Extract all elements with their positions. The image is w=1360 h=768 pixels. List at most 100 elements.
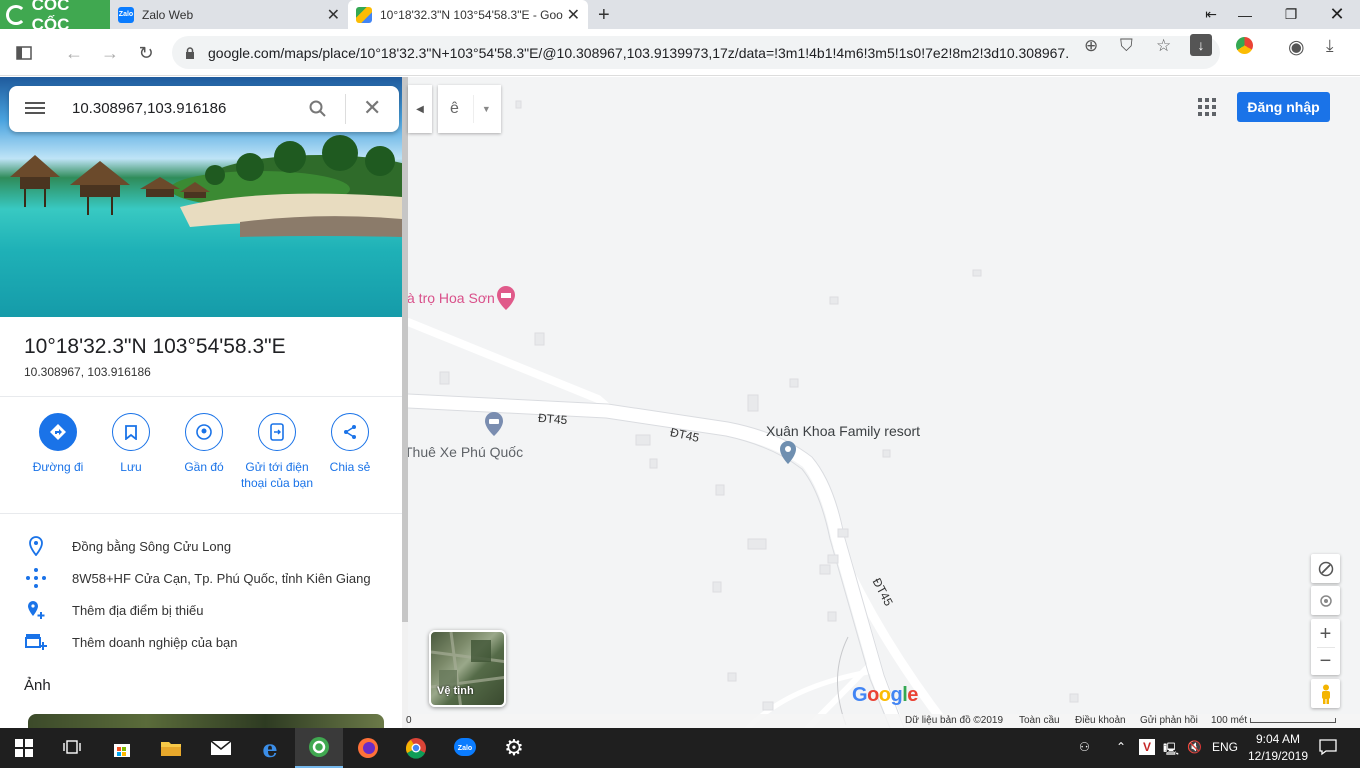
zalo-icon[interactable]: Zalo bbox=[441, 728, 489, 768]
terms-link[interactable]: Điều khoản bbox=[1075, 715, 1126, 726]
apps-grid-icon[interactable] bbox=[1196, 96, 1218, 118]
resort-pin-icon[interactable] bbox=[779, 440, 797, 466]
close-tab-icon[interactable]: ✕ bbox=[567, 5, 580, 25]
compass-icon[interactable] bbox=[1311, 554, 1340, 583]
place-title: 10°18'32.3"N 103°54'58.3"E bbox=[24, 335, 286, 358]
search-divider bbox=[345, 94, 346, 124]
send-to-phone-icon bbox=[258, 413, 296, 451]
people-icon[interactable]: ⚇ bbox=[1079, 740, 1090, 754]
place-panel: 10.308967,103.916186 ✕ 10°18'32.3"N 103°… bbox=[0, 77, 402, 728]
search-input[interactable]: 10.308967,103.916186 bbox=[72, 100, 226, 117]
star-icon[interactable]: ☆ bbox=[1156, 36, 1171, 56]
pegman-icon[interactable] bbox=[1311, 679, 1340, 708]
mail-icon[interactable] bbox=[197, 728, 245, 768]
language-indicator[interactable]: ENG bbox=[1212, 740, 1238, 754]
info-row-add-place[interactable]: Thêm địa điểm bị thiếu bbox=[0, 594, 402, 626]
coccoc-taskbar-icon[interactable] bbox=[295, 728, 343, 768]
collapse-panel-button[interactable]: ◀ bbox=[408, 85, 432, 133]
divider bbox=[0, 513, 402, 514]
windows-taskbar: e Zalo ⚙ ⚇ ⌃ V 🖳 🔇 ENG 9:04 AM 12/19/201… bbox=[0, 728, 1360, 768]
download-page-icon[interactable]: ↓ bbox=[1190, 34, 1212, 56]
browser-brand-logo[interactable]: CỐC CỐC bbox=[0, 0, 110, 34]
sign-in-button[interactable]: Đăng nhập bbox=[1237, 92, 1330, 122]
minimize-button[interactable]: — bbox=[1222, 0, 1268, 29]
add-icon[interactable]: ⊕ bbox=[1084, 36, 1098, 56]
url-field[interactable]: google.com/maps/place/10°18'32.3"N+103°5… bbox=[172, 36, 1220, 69]
address-bar: ← → ↻ google.com/maps/place/10°18'32.3"N… bbox=[0, 29, 1360, 76]
close-tab-icon[interactable]: ✕ bbox=[327, 5, 340, 25]
notifications-icon[interactable] bbox=[1319, 738, 1337, 759]
scale-label[interactable]: 100 mét bbox=[1211, 715, 1247, 726]
global-link[interactable]: Toàn cầu bbox=[1019, 715, 1060, 726]
back-button[interactable]: ← bbox=[62, 41, 86, 65]
action-label: Chia sẻ bbox=[329, 460, 371, 474]
photo-thumbnail[interactable] bbox=[28, 714, 384, 728]
info-text: Thêm địa điểm bị thiếu bbox=[72, 602, 204, 618]
downloads-icon[interactable]: ⤓ bbox=[1326, 36, 1334, 56]
place-label-xuan-khoa[interactable]: Xuân Khoa Family resort bbox=[766, 423, 920, 439]
svg-text:Zalo: Zalo bbox=[458, 745, 472, 752]
google-logo: Google bbox=[852, 684, 918, 706]
save-button[interactable]: Lưu bbox=[91, 413, 171, 475]
firefox-icon[interactable] bbox=[344, 728, 392, 768]
footer-left-fragment: 0 bbox=[406, 715, 412, 726]
place-label-hoa-son[interactable]: à trọ Hoa Sơn bbox=[408, 290, 495, 306]
close-window-button[interactable]: ✕ bbox=[1314, 0, 1360, 29]
profile-icon[interactable]: ◉ bbox=[1288, 36, 1305, 59]
clock[interactable]: 9:04 AM 12/19/2019 bbox=[1246, 731, 1310, 765]
maps-favicon-icon bbox=[356, 6, 372, 23]
reload-button[interactable]: ↻ bbox=[134, 41, 158, 65]
task-view-icon[interactable] bbox=[48, 728, 96, 768]
tab-title: 10°18'32.3"N 103°54'58.3"E - Goo bbox=[380, 7, 563, 22]
info-row-add-business[interactable]: Thêm doanh nghiệp của bạn bbox=[0, 626, 402, 658]
extension-icon[interactable] bbox=[1236, 37, 1253, 54]
shield-icon[interactable]: ⛉ bbox=[1120, 36, 1133, 56]
add-business-icon bbox=[24, 630, 48, 654]
clear-search-icon[interactable]: ✕ bbox=[363, 95, 381, 121]
settings-gear-icon[interactable]: ⚙ bbox=[490, 728, 538, 768]
network-icon[interactable]: 🖳 bbox=[1163, 740, 1179, 761]
car-rental-pin-icon[interactable] bbox=[484, 411, 504, 437]
zoom-in-button[interactable]: + bbox=[1320, 621, 1332, 647]
zoom-out-button[interactable]: − bbox=[1320, 648, 1332, 674]
info-row-region[interactable]: Đồng bằng Sông Cửu Long bbox=[0, 530, 402, 562]
share-button[interactable]: Chia sẻ bbox=[310, 413, 390, 475]
nearby-icon bbox=[185, 413, 223, 451]
volume-muted-icon[interactable]: 🔇 bbox=[1187, 740, 1202, 754]
search-icon[interactable] bbox=[309, 100, 327, 118]
forward-button[interactable]: → bbox=[98, 41, 122, 65]
store-icon[interactable] bbox=[98, 728, 146, 768]
plus-code-icon bbox=[24, 566, 48, 590]
photos-heading: Ảnh bbox=[24, 677, 51, 694]
scale-bar bbox=[1250, 718, 1336, 723]
menu-icon[interactable] bbox=[25, 99, 45, 119]
place-label-thue-xe[interactable]: Thuê Xe Phú Quốc bbox=[408, 444, 523, 460]
tab-zalo-web[interactable]: Zalo Zalo Web ✕ bbox=[110, 0, 348, 29]
info-row-plus-code[interactable]: 8W58+HF Cửa Cạn, Tp. Phú Quốc, tỉnh Kiên… bbox=[0, 562, 402, 594]
start-button[interactable] bbox=[0, 728, 48, 768]
nearby-button[interactable]: Gần đó bbox=[164, 413, 244, 475]
directions-button[interactable]: Đường đi bbox=[18, 413, 98, 475]
windows-logo-icon bbox=[15, 739, 33, 757]
chrome-icon[interactable] bbox=[392, 728, 440, 768]
map-footer: 0 Dữ liệu bản đồ ©2019 Toàn cầu Điều kho… bbox=[406, 714, 1360, 728]
directions-icon bbox=[39, 413, 77, 451]
antivirus-icon[interactable]: V bbox=[1139, 739, 1155, 755]
tab-title: Zalo Web bbox=[142, 7, 194, 22]
tray-chevron-up-icon[interactable]: ⌃ bbox=[1116, 740, 1126, 754]
map-canvas[interactable]: à trọ Hoa Sơn Xuân Khoa Family resort Th… bbox=[408, 77, 1360, 728]
edge-icon[interactable]: e bbox=[246, 728, 294, 768]
new-tab-button[interactable]: + bbox=[598, 4, 610, 27]
tab-google-maps[interactable]: 10°18'32.3"N 103°54'58.3"E - Goo ✕ bbox=[348, 0, 588, 29]
maximize-button[interactable]: ❐ bbox=[1268, 0, 1314, 29]
satellite-toggle[interactable]: Vệ tinh bbox=[429, 630, 506, 707]
layer-glyph: ê bbox=[450, 100, 459, 117]
feedback-link[interactable]: Gửi phản hồi bbox=[1140, 715, 1198, 726]
search-box[interactable]: 10.308967,103.916186 ✕ bbox=[9, 86, 399, 132]
sidebar-toggle-icon[interactable] bbox=[12, 41, 36, 65]
hotel-pin-icon[interactable] bbox=[496, 285, 516, 311]
my-location-icon[interactable] bbox=[1311, 586, 1340, 615]
send-to-phone-button[interactable]: Gửi tới điện thoại của bạn bbox=[237, 413, 317, 491]
transit-layer-button[interactable]: ê ▼ bbox=[438, 85, 501, 133]
file-explorer-icon[interactable] bbox=[147, 728, 195, 768]
